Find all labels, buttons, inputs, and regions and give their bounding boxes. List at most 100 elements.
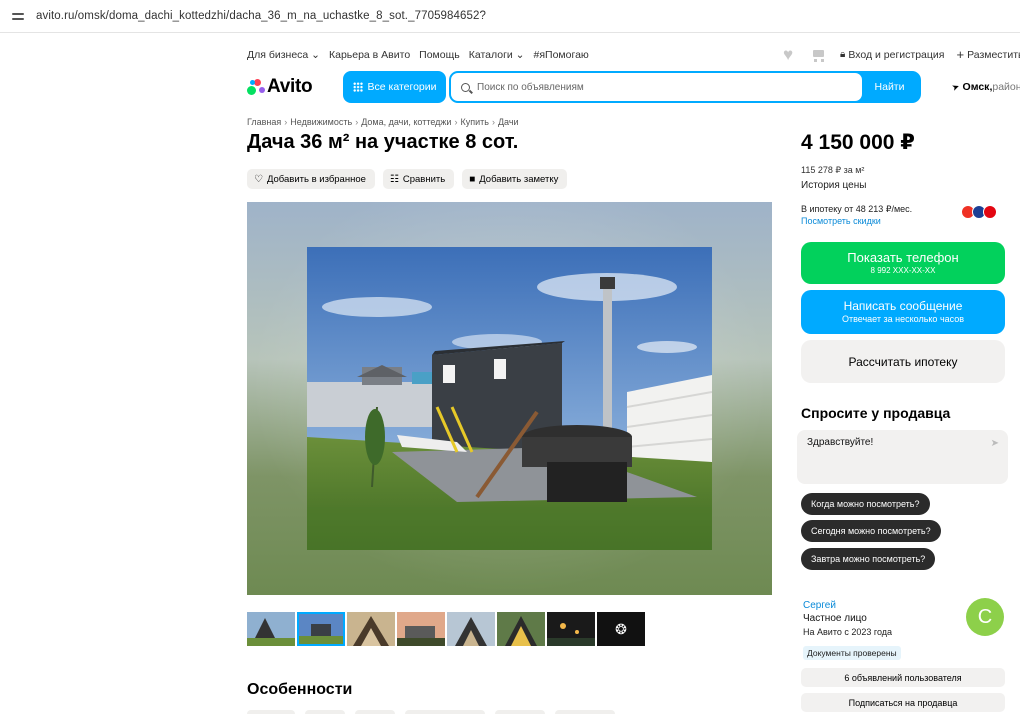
breadcrumb-item[interactable]: Дома, дачи, коттеджи	[361, 117, 451, 127]
thumbnail-image	[447, 612, 495, 646]
quick-question-chip[interactable]: Когда можно посмотреть?	[801, 493, 930, 515]
search-field[interactable]	[451, 73, 862, 101]
bank-logo-icon	[983, 205, 997, 219]
add-to-favorites-label: Добавить в избранное	[266, 173, 366, 185]
note-icon: ■	[469, 173, 476, 185]
price-history-link[interactable]: История цены	[801, 180, 866, 191]
city-rest: район	[992, 81, 1020, 93]
main-photo[interactable]	[307, 247, 712, 550]
feature-pills	[247, 710, 625, 714]
nav-link-ihelp[interactable]: #яПомогаю	[534, 49, 589, 61]
nav-link-business[interactable]: Для бизнеса ⌄	[247, 49, 320, 61]
add-note-label: Добавить заметку	[479, 173, 559, 185]
search-input[interactable]	[477, 81, 837, 93]
search-button[interactable]: Найти	[860, 73, 919, 101]
add-to-favorites-button[interactable]: ♡ Добавить в избранное	[247, 169, 375, 189]
price-per-m2: 115 278 ₽ за м²	[801, 165, 865, 175]
thumbnail-more[interactable]: ❂	[597, 612, 645, 646]
site-settings-icon[interactable]	[12, 10, 24, 22]
breadcrumb-separator-icon: ›	[491, 117, 495, 127]
search-icon	[461, 82, 470, 92]
quick-question-chip[interactable]: Завтра можно посмотреть?	[801, 548, 936, 570]
calc-mortgage-button[interactable]: Рассчитать ипотеку	[801, 340, 1005, 383]
plus-icon: +	[956, 47, 965, 62]
ask-seller-heading: Спросите у продавца	[801, 405, 951, 421]
breadcrumb-item[interactable]: Купить	[460, 117, 488, 127]
thumbnail-image	[497, 612, 545, 646]
post-ad-link[interactable]: Разместить	[967, 49, 1020, 61]
thumbnail-image	[547, 612, 595, 646]
features-heading: Особенности	[247, 681, 353, 698]
avito-logo[interactable]: Avito	[247, 76, 313, 98]
url-text[interactable]: avito.ru/omsk/doma_dachi_kottedzhi/dacha…	[36, 10, 486, 22]
listing-title: Дача 36 м² на участке 8 сот.	[247, 131, 519, 153]
top-nav: Для бизнеса ⌄ Карьера в Авито Помощь Кат…	[247, 46, 1020, 63]
phone-masked: 8 992 XXX-XX-XX	[870, 266, 936, 275]
seller-type: Частное лицо	[803, 613, 867, 624]
all-categories-label: Все категории	[367, 81, 437, 93]
main-photo-image	[307, 247, 712, 550]
thumbnail[interactable]	[397, 612, 445, 646]
nav-link-help[interactable]: Помощь	[419, 49, 460, 61]
mortgage-text: В ипотеку от 48 213 ₽/мес.	[801, 204, 913, 214]
compare-label: Сравнить	[402, 173, 446, 185]
thumbnail[interactable]	[547, 612, 595, 646]
thumbnail-image	[397, 612, 445, 646]
cart-icon[interactable]	[811, 48, 827, 62]
message-box: Здравствуйте! ➤	[797, 430, 1008, 484]
breadcrumb-item[interactable]: Дачи	[498, 117, 519, 127]
seller-name-link[interactable]: Сергей	[803, 600, 836, 611]
location-arrow-icon: ➤	[950, 80, 961, 93]
nav-link-catalogs[interactable]: Каталоги ⌄	[469, 49, 525, 61]
quick-question-chip[interactable]: Сегодня можно посмотреть?	[801, 520, 941, 542]
thumbnail-selected[interactable]	[297, 612, 345, 646]
thumbnail-image	[247, 612, 295, 646]
all-categories-button[interactable]: Все категории	[343, 71, 446, 103]
show-phone-button[interactable]: Показать телефон 8 992 XXX-XX-XX	[801, 242, 1005, 284]
thumbnail[interactable]	[497, 612, 545, 646]
search-bar: Найти	[449, 71, 921, 103]
compare-button[interactable]: ☷ Сравнить	[382, 169, 455, 189]
breadcrumb-separator-icon: ›	[284, 117, 288, 127]
thumbnail-image	[297, 612, 345, 646]
grid-icon	[352, 82, 363, 92]
logo-text: Avito	[267, 76, 313, 97]
breadcrumb-separator-icon: ›	[355, 117, 359, 127]
thumbnail[interactable]	[447, 612, 495, 646]
city-name: Омск,	[962, 81, 993, 93]
breadcrumb-item[interactable]: Главная	[247, 117, 281, 127]
discounts-link[interactable]: Посмотреть скидки	[801, 216, 881, 226]
add-note-button[interactable]: ■ Добавить заметку	[462, 169, 568, 189]
thumbnail[interactable]	[347, 612, 395, 646]
favorites-heart-icon[interactable]: ♥	[783, 46, 799, 63]
send-icon[interactable]: ➤	[991, 438, 999, 449]
write-message-button[interactable]: Написать сообщение Отвечает за несколько…	[801, 290, 1005, 334]
logo-dots-icon	[247, 78, 265, 96]
nav-link-career[interactable]: Карьера в Авито	[329, 49, 410, 61]
thumbnail-strip: ❂	[247, 612, 647, 646]
message-input[interactable]: Здравствуйте!	[807, 437, 977, 477]
docs-verified-badge: Документы проверены	[803, 646, 901, 660]
thumbnail[interactable]	[247, 612, 295, 646]
bank-logos	[961, 205, 997, 219]
heart-outline-icon: ♡	[254, 173, 263, 185]
compare-icon: ☷	[389, 173, 399, 185]
top-nav-right: ♥ 🔒︎ Вход и регистрация + Разместить	[783, 46, 1020, 63]
listing-actions: ♡ Добавить в избранное ☷ Сравнить ■ Доба…	[247, 169, 575, 189]
camera-aperture-icon: ❂	[597, 612, 645, 646]
breadcrumb-item[interactable]: Недвижимость	[290, 117, 352, 127]
avatar[interactable]: С	[966, 598, 1004, 636]
seller-since: На Авито с 2023 года	[803, 627, 893, 637]
breadcrumb: Главная › Недвижимость › Дома, дачи, коттедж…	[247, 117, 519, 127]
location-selector[interactable]: ➤ Омск, район	[950, 80, 1020, 93]
write-message-label: Написать сообщение	[843, 299, 963, 313]
user-ads-button[interactable]: 6 объявлений пользователя	[801, 668, 1005, 687]
subscribe-button[interactable]: Подписаться на продавца	[801, 693, 1005, 712]
lock-icon: 🔒︎	[840, 49, 846, 60]
login-link[interactable]: Вход и регистрация	[848, 49, 944, 61]
show-phone-label: Показать телефон	[847, 250, 959, 265]
price: 4 150 000 ₽	[801, 131, 915, 154]
breadcrumb-separator-icon: ›	[454, 117, 458, 127]
thumbnail-image	[347, 612, 395, 646]
browser-url-bar[interactable]: avito.ru/omsk/doma_dachi_kottedzhi/dacha…	[0, 0, 1020, 33]
